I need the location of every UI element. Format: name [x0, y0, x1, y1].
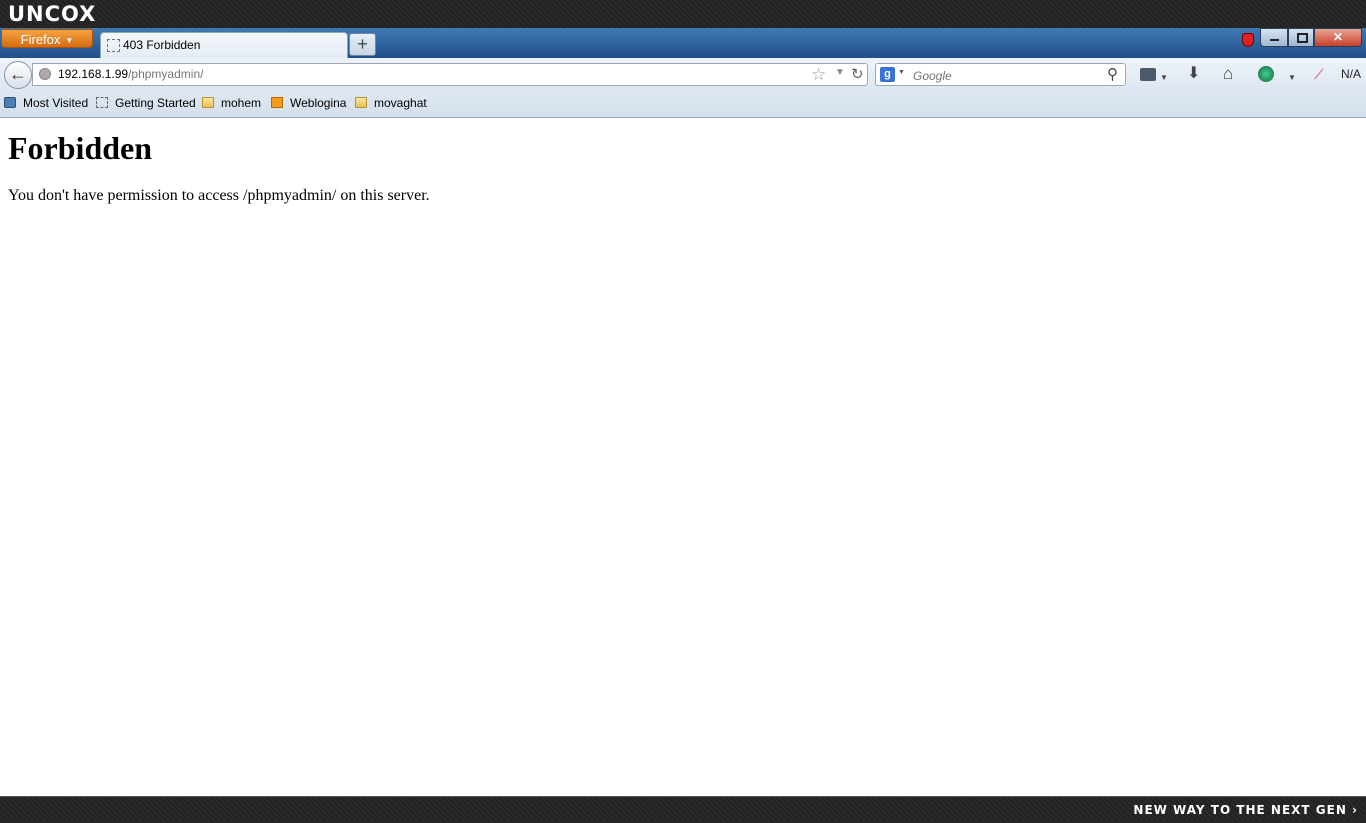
close-button[interactable]	[1314, 28, 1362, 47]
page-icon	[96, 97, 108, 108]
search-input[interactable]	[911, 66, 1105, 85]
bookmark-label: Getting Started	[115, 96, 196, 110]
bookmark-movaghat[interactable]: movaghat	[355, 96, 427, 110]
globe-icon[interactable]	[1258, 66, 1274, 82]
rank-value[interactable]: N/A	[1341, 67, 1361, 81]
bookmark-most-visited[interactable]: Most Visited	[4, 96, 88, 110]
search-bar[interactable]: g ▼ ⚲	[875, 63, 1126, 86]
reload-icon[interactable]: ↻	[851, 65, 864, 83]
most-visited-icon	[4, 97, 16, 108]
bookmark-label: movaghat	[374, 96, 427, 110]
minimize-button[interactable]	[1260, 28, 1288, 47]
rss-icon	[271, 97, 283, 108]
site-identity-icon[interactable]	[39, 68, 51, 80]
bookmark-label: mohem	[221, 96, 262, 110]
theme-logo: UNCOX	[8, 2, 97, 26]
rank-chart-icon[interactable]: ⟋	[1314, 66, 1324, 82]
theme-bottom-bar: NEW WAY TO THE NEXT GEN ›	[0, 796, 1366, 823]
tab-403-forbidden[interactable]: 403 Forbidden	[100, 32, 348, 58]
bookmark-weblogina[interactable]: Weblogina	[271, 96, 346, 110]
firefox-menu-button[interactable]: Firefox ▼	[1, 29, 93, 48]
arrow-left-icon: ←	[9, 64, 27, 84]
page-title: Forbidden	[8, 130, 153, 166]
url-text[interactable]: 192.168.1.99/phpmyadmin/	[58, 67, 203, 81]
folder-icon	[355, 97, 367, 108]
chevron-down-icon[interactable]: ▼	[1288, 70, 1296, 86]
tab-strip: Firefox ▼ 403 Forbidden +	[0, 28, 1366, 58]
url-bar[interactable]: 192.168.1.99/phpmyadmin/ ☆ ▼ ↻	[32, 63, 868, 86]
theme-slogan: NEW WAY TO THE NEXT GEN ›	[1133, 803, 1358, 817]
download-icon[interactable]: ⬇	[1187, 66, 1200, 82]
theme-top-bar: UNCOX	[0, 0, 1366, 28]
chevron-down-icon[interactable]: ▼	[1160, 70, 1168, 86]
url-host: 192.168.1.99	[58, 67, 129, 81]
page-content: Forbidden You don't have permission to a…	[0, 118, 1366, 796]
bookmark-mohem[interactable]: mohem	[202, 96, 261, 110]
folder-icon	[202, 97, 214, 108]
history-dropdown-icon[interactable]: ▼	[835, 67, 845, 78]
error-message: You don't have permission to access /php…	[8, 187, 430, 204]
bookmark-label: Weblogina	[290, 96, 347, 110]
maximize-button[interactable]	[1288, 28, 1314, 47]
home-icon[interactable]: ⌂	[1223, 65, 1233, 82]
bookmark-getting-started[interactable]: Getting Started	[96, 96, 196, 110]
chevron-down-icon: ▼	[65, 36, 74, 46]
star-icon[interactable]: ☆	[811, 65, 826, 85]
new-tab-button[interactable]: +	[349, 33, 376, 56]
search-icon[interactable]: ⚲	[1107, 65, 1118, 83]
bookmark-label: Most Visited	[23, 96, 89, 110]
google-icon[interactable]: g	[880, 67, 895, 82]
navigation-toolbar: ← 192.168.1.99/phpmyadmin/ ☆ ▼ ↻ g ▼ ⚲ ▼…	[0, 58, 1366, 90]
chevron-down-icon[interactable]: ▼	[898, 69, 905, 76]
bookmarks-menu-icon[interactable]	[1140, 68, 1156, 81]
tab-title: 403 Forbidden	[123, 38, 201, 52]
url-path: /phpmyadmin/	[128, 67, 204, 81]
firefox-menu-label: Firefox	[20, 32, 61, 47]
back-button[interactable]: ←	[4, 61, 32, 89]
page-icon	[107, 39, 120, 52]
shield-icon[interactable]	[1242, 33, 1254, 47]
bookmarks-toolbar: Most Visited Getting Started mohem Weblo…	[0, 90, 1366, 118]
